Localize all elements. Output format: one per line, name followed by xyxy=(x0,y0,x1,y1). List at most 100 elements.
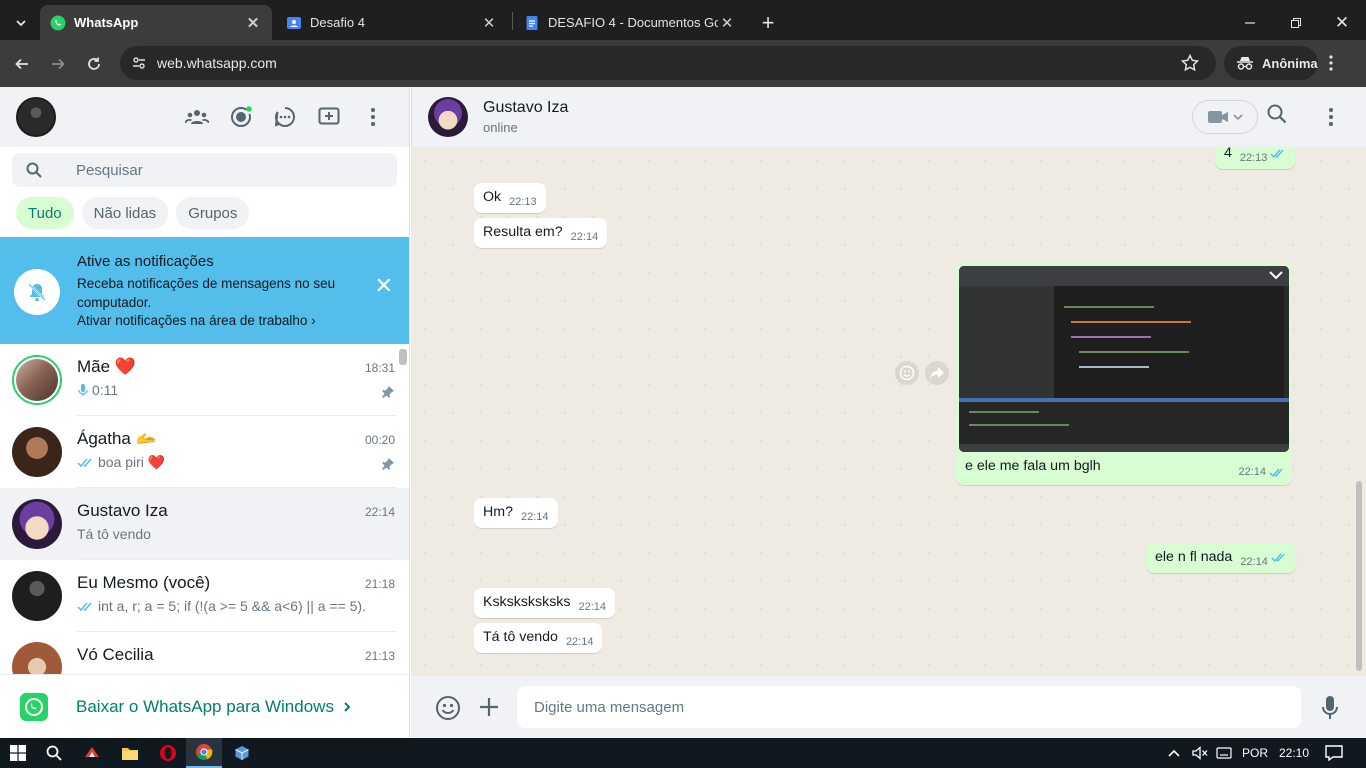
kebab-menu-icon xyxy=(371,108,375,126)
chevron-down-icon[interactable] xyxy=(1269,270,1283,280)
chat-item-eu-mesmo[interactable]: Eu Mesmo (você) 21:18 int a, r; a = 5; i… xyxy=(0,560,409,632)
incognito-badge[interactable]: Anônima xyxy=(1224,46,1318,80)
chat-time: 21:18 xyxy=(364,577,395,591)
show-hidden-icons-button[interactable] xyxy=(1162,738,1186,768)
kebab-menu-icon xyxy=(1329,108,1333,126)
close-tab-icon[interactable]: ✕ xyxy=(480,14,498,32)
message-out[interactable]: ele n fl nada 22:14 xyxy=(1146,543,1296,573)
contact-avatar[interactable] xyxy=(428,97,468,137)
back-button[interactable] xyxy=(8,50,36,78)
chat-list-scrollbar[interactable] xyxy=(399,349,407,365)
chat-item-vo-cecilia[interactable]: Vó Cecilia 21:13 xyxy=(0,632,409,674)
tab-whatsapp[interactable]: WhatsApp ✕ xyxy=(40,5,272,40)
notification-banner[interactable]: Ative as notificações Receba notificaçõe… xyxy=(0,237,409,344)
channels-button[interactable] xyxy=(265,97,305,137)
chat-item-mae[interactable]: Mãe ❤️ 18:31 0:11 xyxy=(0,344,409,416)
message-in[interactable]: Hm? 22:14 xyxy=(474,498,558,528)
enable-notifications-link[interactable]: Ativar notificações na área de trabalho … xyxy=(77,313,375,328)
double-check-icon xyxy=(77,602,92,611)
emoji-button[interactable] xyxy=(435,695,461,721)
chat-menu-button[interactable] xyxy=(1329,108,1333,126)
download-label: Baixar o WhatsApp para Windows xyxy=(76,696,334,716)
opera-icon xyxy=(160,745,176,761)
browser-tab-bar: WhatsApp ✕ Desafio 4 ✕ DESAFIO 4 - Docum… xyxy=(0,0,1366,40)
minimize-button[interactable] xyxy=(1238,5,1262,40)
close-banner-icon[interactable]: ✕ xyxy=(375,273,393,344)
star-icon[interactable] xyxy=(1181,54,1199,72)
clock[interactable]: 22:10 xyxy=(1274,738,1314,768)
my-avatar[interactable] xyxy=(16,97,56,137)
forward-button[interactable] xyxy=(925,361,949,385)
chat-time: 00:20 xyxy=(364,433,395,447)
message-out[interactable]: 4 22:13 xyxy=(1215,147,1296,169)
volume-button[interactable] xyxy=(1188,738,1212,768)
communities-button[interactable] xyxy=(177,97,217,137)
reload-button[interactable] xyxy=(80,50,108,78)
close-tab-icon[interactable]: ✕ xyxy=(718,14,736,32)
taskbar-search-button[interactable] xyxy=(36,738,72,768)
browser-menu-button[interactable] xyxy=(1318,50,1344,76)
site-settings-icon[interactable] xyxy=(132,56,146,70)
message-time: 22:14 xyxy=(565,636,594,648)
search-input[interactable]: Pesquisar xyxy=(76,162,143,179)
message-in[interactable]: Resulta em? 22:14 xyxy=(474,218,608,248)
new-chat-button[interactable] xyxy=(309,97,349,137)
message-time: 22:13 xyxy=(509,196,537,208)
filter-groups[interactable]: Grupos xyxy=(176,197,250,229)
search-box[interactable]: Pesquisar xyxy=(12,153,397,187)
filter-all[interactable]: Tudo xyxy=(16,197,74,229)
code-screenshot-image[interactable] xyxy=(959,266,1289,452)
message-in[interactable]: Ksksksksksks 22:14 xyxy=(474,588,616,618)
chevron-right-icon xyxy=(344,701,351,712)
incognito-icon xyxy=(1237,57,1253,70)
message-out-image[interactable]: e ele me fala um bglh 22:14 xyxy=(956,263,1292,485)
tab-docs[interactable]: DESAFIO 4 - Documentos Goo ✕ xyxy=(514,5,746,40)
maximize-button[interactable] xyxy=(1284,5,1308,40)
taskbar-opera[interactable] xyxy=(150,738,186,768)
download-app-banner[interactable]: Baixar o WhatsApp para Windows xyxy=(0,674,409,738)
chat-item-gustavo[interactable]: Gustavo Iza 22:14 Tá tô vendo xyxy=(0,488,409,560)
conversation-header[interactable]: Gustavo Iza online xyxy=(411,87,1366,147)
language-indicator[interactable]: POR xyxy=(1238,738,1272,768)
video-call-button[interactable] xyxy=(1192,100,1258,134)
mic-icon xyxy=(1322,696,1338,719)
chat-item-agatha[interactable]: Ágatha 🫴 00:20 boa piri ❤️ xyxy=(0,416,409,488)
tab-search-button[interactable] xyxy=(8,5,34,40)
video-camera-icon xyxy=(1208,111,1228,123)
message-text: Tá tô vendo xyxy=(483,629,558,645)
taskbar-file-explorer[interactable] xyxy=(112,738,148,768)
attach-button[interactable] xyxy=(479,697,499,717)
start-button[interactable] xyxy=(0,738,36,768)
new-tab-button[interactable]: + xyxy=(754,5,782,40)
message-input[interactable]: Digite uma mensagem xyxy=(517,686,1301,728)
close-window-button[interactable]: ✕ xyxy=(1330,5,1354,40)
search-chat-button[interactable] xyxy=(1267,104,1287,124)
message-in[interactable]: Tá tô vendo 22:14 xyxy=(474,623,603,653)
pin-icon xyxy=(382,458,394,470)
kebab-menu-icon xyxy=(1329,55,1333,71)
message-in[interactable]: Ok 22:13 xyxy=(474,183,546,213)
close-tab-icon[interactable]: ✕ xyxy=(244,14,262,32)
folder-icon xyxy=(122,747,138,760)
chat-name: Gustavo Iza xyxy=(77,501,168,520)
filter-unread[interactable]: Não lidas xyxy=(81,197,169,229)
keyboard-button[interactable] xyxy=(1212,738,1236,768)
message-scrollbar[interactable] xyxy=(1356,481,1362,671)
taskbar-app-box[interactable] xyxy=(224,738,260,768)
taskbar-app-game[interactable] xyxy=(74,738,110,768)
restore-icon xyxy=(1291,17,1301,28)
forward-button[interactable] xyxy=(44,50,72,78)
tab-desafio[interactable]: Desafio 4 ✕ xyxy=(276,5,508,40)
chrome-icon xyxy=(196,744,213,760)
address-bar[interactable]: web.whatsapp.com xyxy=(120,46,1216,80)
notification-center-button[interactable] xyxy=(1316,738,1352,768)
taskbar-chrome[interactable] xyxy=(186,738,222,768)
emoji-icon xyxy=(899,365,915,381)
menu-button[interactable] xyxy=(353,97,393,137)
react-button[interactable] xyxy=(895,361,919,385)
sidebar-header xyxy=(0,87,409,147)
chat-preview: int a, r; a = 5; if (!(a >= 5 && a<6) ||… xyxy=(98,598,367,614)
status-button[interactable] xyxy=(221,97,261,137)
chat-name: Eu Mesmo (você) xyxy=(77,573,211,592)
voice-message-button[interactable] xyxy=(1321,695,1339,721)
